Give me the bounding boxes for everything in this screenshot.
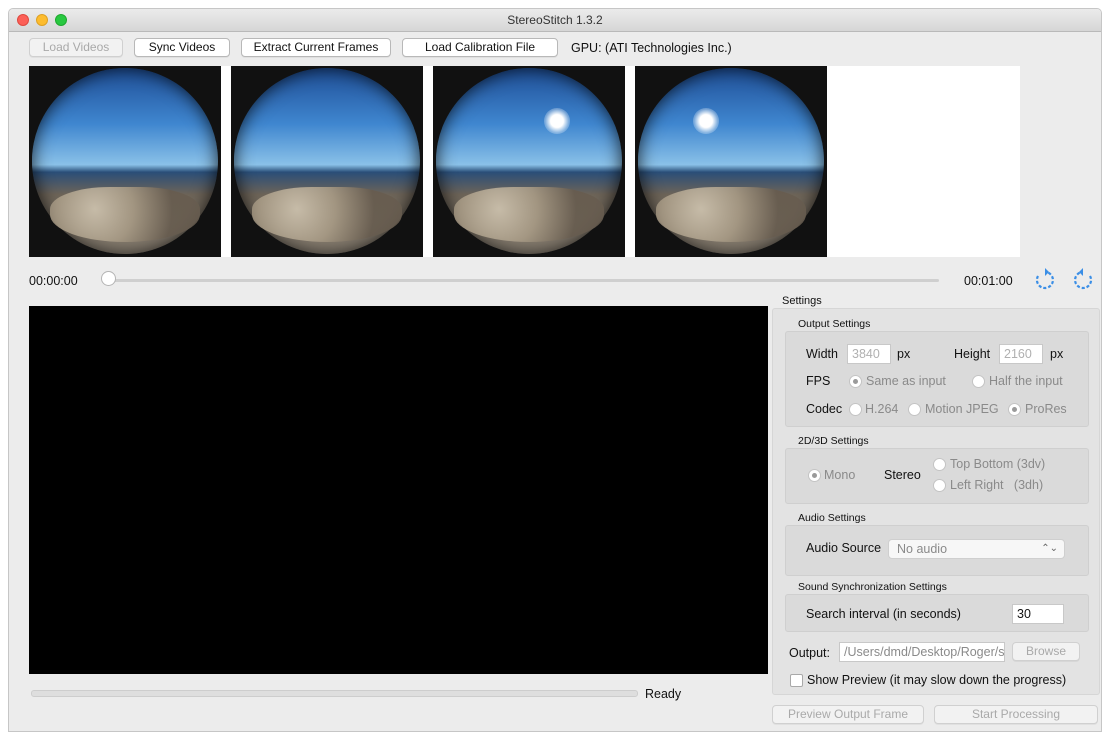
load-calibration-button[interactable]: Load Calibration File [402, 38, 558, 57]
fps-label: FPS [806, 374, 831, 388]
video-thumbnail-2 [231, 66, 423, 257]
codec-prores-label: ProRes [1025, 402, 1067, 416]
codec-h264-label: H.264 [865, 402, 899, 416]
height-input[interactable]: 2160 [999, 344, 1043, 364]
start-processing-button[interactable]: Start Processing [934, 705, 1098, 724]
mono-label: Mono [824, 468, 856, 482]
output-settings-title: Output Settings [798, 318, 871, 330]
dimension-settings-group: Mono Stereo Top Bottom (3dv) Left Right … [785, 448, 1089, 504]
search-interval-label: Search interval (in seconds) [806, 607, 961, 621]
output-path-label: Output: [789, 646, 830, 660]
settings-panel: Output Settings Width 3840 px Height 216… [772, 308, 1100, 695]
video-thumbnail-3 [433, 66, 625, 257]
codec-prores-radio[interactable] [1008, 403, 1021, 416]
title-bar: StereoStitch 1.3.2 [9, 9, 1101, 32]
audio-settings-title: Audio Settings [798, 512, 866, 524]
timeline-slider-handle[interactable] [101, 271, 116, 286]
sync-videos-button[interactable]: Sync Videos [134, 38, 230, 57]
sound-sync-title: Sound Synchronization Settings [798, 581, 947, 593]
codec-h264-radio[interactable] [849, 403, 862, 416]
video-thumbnail-4 [635, 66, 827, 257]
audio-source-value: No audio [897, 542, 948, 556]
show-preview-label: Show Preview (it may slow down the progr… [807, 673, 1067, 687]
gpu-info-label: GPU: (ATI Technologies Inc.) [571, 41, 732, 55]
show-preview-checkbox[interactable] [790, 674, 803, 687]
audio-settings-group: Audio Source No audio ⌃⌄ [785, 525, 1089, 576]
rotate-cw-icon[interactable] [1070, 267, 1096, 293]
timeline-start-time: 00:00:00 [29, 274, 78, 288]
fps-half-label: Half the input [989, 374, 1063, 388]
output-path-input[interactable]: /Users/dmd/Desktop/Roger/s [839, 642, 1005, 662]
height-unit: px [1050, 347, 1064, 361]
timeline-slider-track[interactable] [105, 279, 939, 282]
audio-source-select[interactable]: No audio ⌃⌄ [888, 539, 1065, 559]
browse-button[interactable]: Browse [1012, 642, 1080, 661]
fps-same-radio[interactable] [849, 375, 862, 388]
fps-half-radio[interactable] [972, 375, 985, 388]
load-videos-button[interactable]: Load Videos [29, 38, 123, 57]
settings-title: Settings [782, 295, 822, 307]
height-label: Height [954, 347, 991, 361]
codec-label: Codec [806, 402, 843, 416]
stereo-label: Stereo [884, 468, 921, 482]
width-input[interactable]: 3840 [847, 344, 891, 364]
dimension-settings-title: 2D/3D Settings [798, 435, 869, 447]
width-label: Width [806, 347, 838, 361]
audio-source-label: Audio Source [806, 541, 882, 555]
rotate-ccw-icon[interactable] [1032, 267, 1058, 293]
preview-output-frame-button[interactable]: Preview Output Frame [772, 705, 924, 724]
output-settings-group: Width 3840 px Height 2160 px FPS Same as… [785, 331, 1089, 427]
sound-sync-group: Search interval (in seconds) 30 [785, 594, 1089, 632]
left-right-radio[interactable] [933, 479, 946, 492]
top-bottom-label: Top Bottom (3dv) [950, 457, 1046, 471]
left-right-label: Left Right (3dh) [950, 478, 1044, 492]
fps-same-label: Same as input [866, 374, 946, 388]
extract-frames-button[interactable]: Extract Current Frames [241, 38, 391, 57]
status-label: Ready [645, 687, 682, 701]
codec-mjpeg-radio[interactable] [908, 403, 921, 416]
search-interval-input[interactable]: 30 [1012, 604, 1064, 624]
mono-radio[interactable] [808, 469, 821, 482]
video-thumbnails-panel [29, 66, 1020, 257]
width-unit: px [897, 347, 911, 361]
codec-mjpeg-label: Motion JPEG [925, 402, 999, 416]
window-title: StereoStitch 1.3.2 [507, 13, 603, 27]
select-arrows-icon: ⌃⌄ [1041, 543, 1058, 554]
app-window: StereoStitch 1.3.2 Load Videos Sync Vide… [8, 8, 1102, 732]
output-preview-canvas [29, 306, 768, 674]
processing-progress-bar [31, 690, 638, 697]
timeline-end-time: 00:01:00 [964, 274, 1013, 288]
video-thumbnail-1 [29, 66, 221, 257]
top-bottom-radio[interactable] [933, 458, 946, 471]
